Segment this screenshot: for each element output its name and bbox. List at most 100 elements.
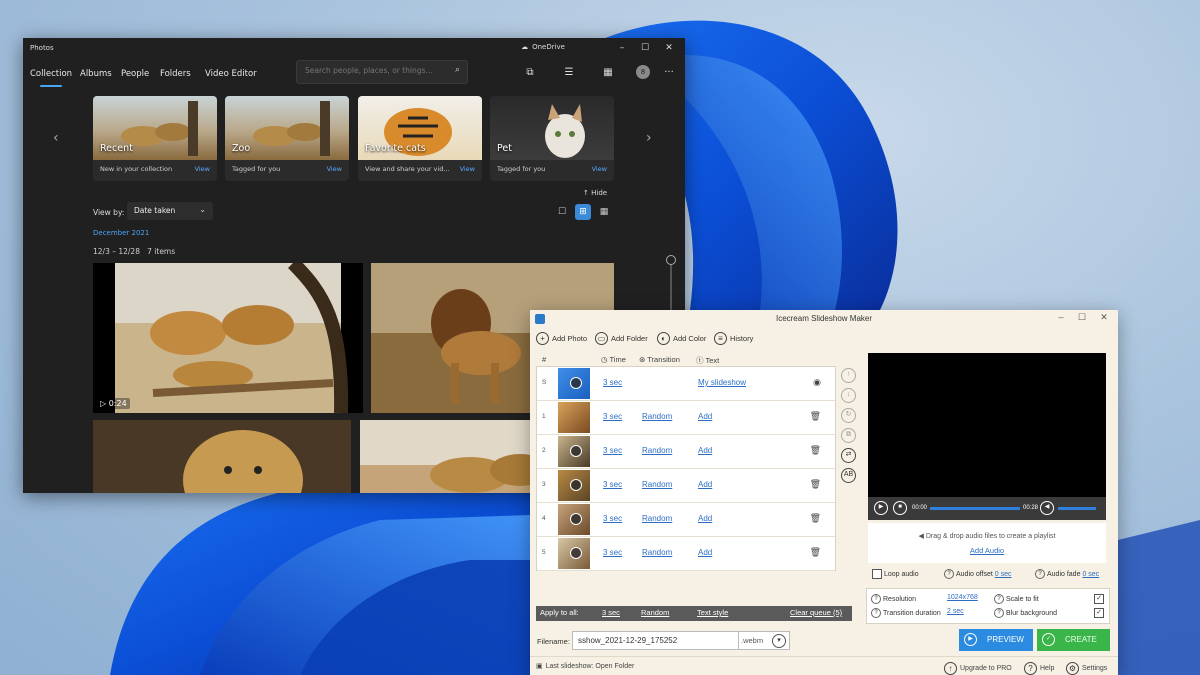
- apply-time-link[interactable]: 3 sec: [602, 608, 620, 617]
- card-pet[interactable]: Pet Tagged for you View: [490, 96, 614, 181]
- tab-folders[interactable]: Folders: [160, 69, 191, 79]
- more-icon[interactable]: ···: [661, 65, 677, 81]
- play-icon[interactable]: [570, 513, 582, 525]
- apply-transition-link[interactable]: Random: [641, 608, 669, 617]
- duplicate-icon[interactable]: ⧉: [841, 428, 856, 443]
- row-time-link[interactable]: 3 sec: [603, 378, 622, 387]
- slide-row[interactable]: 4 3 sec Random Add 🗑: [537, 503, 835, 537]
- trash-icon[interactable]: 🗑: [810, 547, 821, 558]
- view-small-icon[interactable]: ▦: [596, 204, 612, 220]
- blur-background-checkbox[interactable]: ✓: [1094, 608, 1104, 618]
- card-view-link[interactable]: View: [592, 165, 607, 173]
- search-icon[interactable]: ⌕: [455, 65, 460, 75]
- row-transition-link[interactable]: Random: [642, 514, 672, 523]
- history-button[interactable]: ≡ History: [714, 332, 753, 345]
- select-icon[interactable]: ☰: [561, 65, 577, 81]
- search-box[interactable]: ⌕: [296, 60, 468, 84]
- scale-to-fit-checkbox[interactable]: ✓: [1094, 594, 1104, 604]
- ab-icon[interactable]: AB: [841, 468, 856, 483]
- clear-queue-link[interactable]: Clear queue (5): [790, 608, 842, 617]
- tab-video-editor[interactable]: Video Editor: [205, 69, 257, 79]
- add-photo-button[interactable]: + Add Photo: [536, 332, 587, 345]
- audio-fade-link[interactable]: 0 sec: [1082, 571, 1099, 578]
- view-large-icon[interactable]: ☐: [554, 204, 570, 220]
- progress-bar[interactable]: [930, 507, 1020, 510]
- card-recent[interactable]: Recent New in your collection View: [93, 96, 217, 181]
- row-time-link[interactable]: 3 sec: [603, 412, 622, 421]
- avatar[interactable]: 8: [636, 65, 650, 79]
- add-color-button[interactable]: ◐ Add Color: [657, 332, 706, 345]
- loop-audio-checkbox[interactable]: [872, 569, 882, 579]
- settings-button[interactable]: ⚙ Settings: [1066, 662, 1107, 675]
- row-text-link[interactable]: My slideshow: [698, 378, 746, 387]
- upgrade-button[interactable]: ↑ Upgrade to PRO: [944, 662, 1012, 675]
- row-time-link[interactable]: 3 sec: [603, 446, 622, 455]
- hide-button[interactable]: ↑ Hide: [583, 189, 607, 197]
- shuffle-icon[interactable]: ⇄: [841, 448, 856, 463]
- transition-duration-link[interactable]: 2 sec: [947, 608, 964, 615]
- card-view-link[interactable]: View: [327, 165, 342, 173]
- trash-icon[interactable]: 🗑: [810, 513, 821, 524]
- onedrive-indicator[interactable]: ☁ OneDrive: [521, 43, 565, 51]
- row-text-link[interactable]: Add: [698, 480, 712, 489]
- close-button[interactable]: ✕: [1097, 312, 1111, 323]
- volume-slider[interactable]: [1058, 507, 1096, 510]
- chevron-left-icon[interactable]: ‹: [53, 130, 59, 146]
- trash-icon[interactable]: 🗑: [810, 479, 821, 490]
- trash-icon[interactable]: 🗑: [810, 411, 821, 422]
- photo-tile-cheetahs-video[interactable]: ▷ 0:24: [93, 263, 363, 413]
- filename-input[interactable]: [576, 635, 730, 646]
- resolution-link[interactable]: 1024x768: [947, 594, 978, 601]
- play-icon[interactable]: [570, 377, 582, 389]
- import-icon[interactable]: ⧉: [522, 65, 538, 81]
- row-text-link[interactable]: Add: [698, 514, 712, 523]
- slideshow-icon[interactable]: ▦: [600, 65, 616, 81]
- row-time-link[interactable]: 3 sec: [603, 480, 622, 489]
- slide-row[interactable]: S 3 sec My slideshow ◉: [537, 367, 835, 401]
- row-text-link[interactable]: Add: [698, 412, 712, 421]
- row-text-link[interactable]: Add: [698, 548, 712, 557]
- close-button[interactable]: ✕: [660, 41, 678, 55]
- slide-row[interactable]: 1 3 sec Random Add 🗑: [537, 401, 835, 435]
- help-button[interactable]: ? Help: [1024, 662, 1054, 675]
- rotate-icon[interactable]: ↻: [841, 408, 856, 423]
- row-transition-link[interactable]: Random: [642, 412, 672, 421]
- preview-button[interactable]: ▶ PREVIEW: [959, 629, 1033, 651]
- card-favorite-cats[interactable]: Favorite cats View and share your vid...…: [358, 96, 482, 181]
- row-transition-link[interactable]: Random: [642, 548, 672, 557]
- extension-select[interactable]: .webm ▾: [738, 631, 790, 650]
- row-time-link[interactable]: 3 sec: [603, 514, 622, 523]
- view-medium-icon[interactable]: ⊞: [575, 204, 591, 220]
- eye-icon[interactable]: ◉: [813, 377, 821, 388]
- text-style-link[interactable]: Text style: [697, 608, 728, 617]
- add-folder-button[interactable]: ▭ Add Folder: [595, 332, 648, 345]
- stop-icon[interactable]: ■: [893, 501, 907, 515]
- row-text-link[interactable]: Add: [698, 446, 712, 455]
- card-view-link[interactable]: View: [460, 165, 475, 173]
- play-icon[interactable]: ▶: [874, 501, 888, 515]
- last-slideshow-link[interactable]: ▣ Last slideshow: Open Folder: [536, 662, 634, 671]
- play-icon[interactable]: [570, 445, 582, 457]
- card-zoo[interactable]: Zoo Tagged for you View: [225, 96, 349, 181]
- minimize-button[interactable]: –: [1054, 312, 1068, 322]
- trash-icon[interactable]: 🗑: [810, 445, 821, 456]
- minimize-button[interactable]: –: [613, 41, 631, 55]
- slide-row[interactable]: 3 3 sec Random Add 🗑: [537, 469, 835, 503]
- search-input[interactable]: [303, 65, 447, 76]
- tab-collection[interactable]: Collection: [30, 69, 72, 87]
- add-audio-link[interactable]: Add Audio: [868, 546, 1106, 555]
- row-time-link[interactable]: 3 sec: [603, 548, 622, 557]
- play-icon[interactable]: [570, 479, 582, 491]
- audio-drop-zone[interactable]: ◀ Drag & drop audio files to create a pl…: [868, 523, 1106, 563]
- card-view-link[interactable]: View: [195, 165, 210, 173]
- row-transition-link[interactable]: Random: [642, 480, 672, 489]
- view-by-select[interactable]: Date taken ⌄: [127, 202, 213, 220]
- move-down-icon[interactable]: ↓: [841, 388, 856, 403]
- volume-icon[interactable]: ◀: [1040, 501, 1054, 515]
- photo-tile-leopard[interactable]: [93, 420, 351, 493]
- maximize-button[interactable]: ☐: [1075, 312, 1089, 323]
- timeline-scroll-handle[interactable]: [666, 255, 676, 265]
- tab-people[interactable]: People: [121, 69, 149, 79]
- loop-audio-option[interactable]: Loop audio: [872, 569, 919, 579]
- play-icon[interactable]: [570, 547, 582, 559]
